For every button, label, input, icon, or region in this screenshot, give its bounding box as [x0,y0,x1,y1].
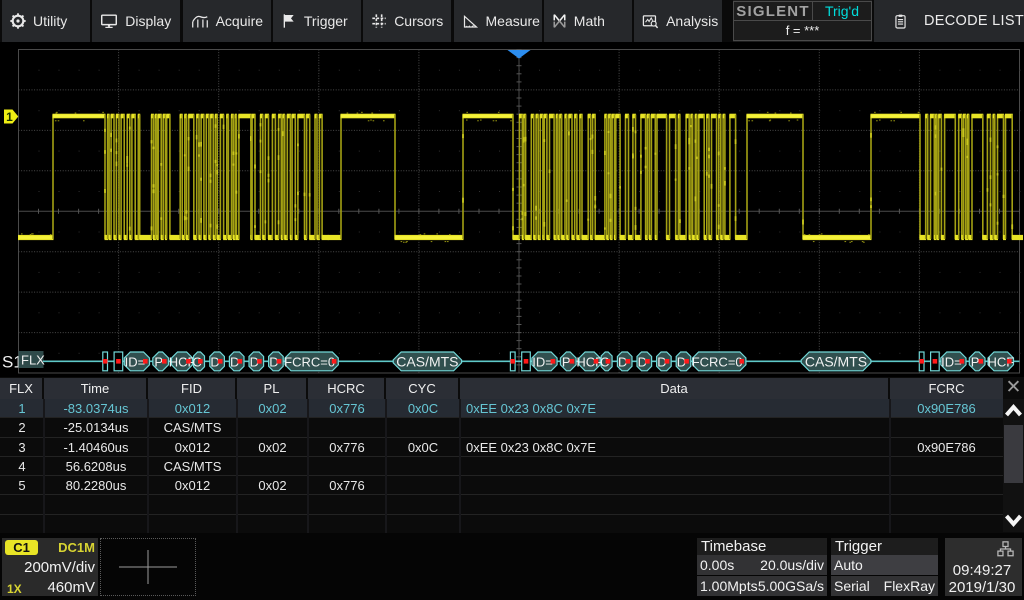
svg-text:P: P [562,354,571,369]
svg-text:FLX: FLX [21,353,45,368]
svg-text:P: P [154,354,163,369]
svg-text:ID=: ID= [125,354,146,369]
svg-text:FCRC=0: FCRC=0 [692,354,743,369]
svg-text:ID=: ID= [532,354,553,369]
svg-text:P: P [971,354,980,369]
svg-text:ID=: ID= [941,354,962,369]
svg-text:FCRC=0: FCRC=0 [284,354,335,369]
svg-text:1: 1 [6,110,13,124]
svg-text:CAS/MTS: CAS/MTS [396,353,458,369]
svg-text:CAS/MTS: CAS/MTS [805,353,867,369]
